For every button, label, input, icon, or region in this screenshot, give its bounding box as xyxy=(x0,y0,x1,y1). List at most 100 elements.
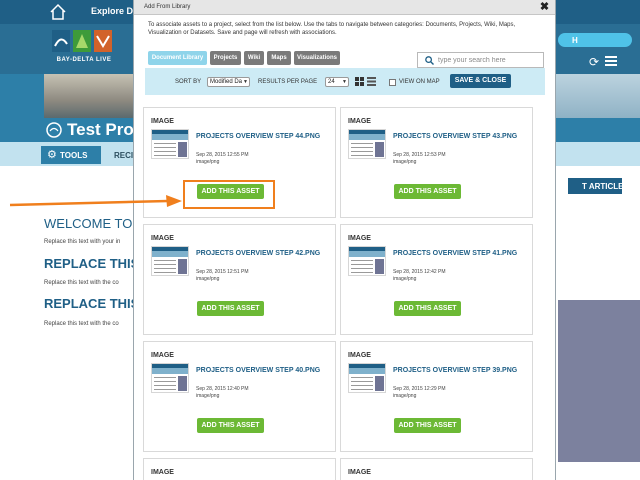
asset-type: IMAGE xyxy=(151,469,174,476)
grid-view-icon[interactable] xyxy=(355,77,364,86)
project-title: Test Proj xyxy=(67,120,139,139)
thumbnail-detail xyxy=(375,142,384,157)
logo-text: BAY-DELTA LIVE xyxy=(56,57,112,63)
tab-document-library[interactable]: Document Library xyxy=(148,51,207,65)
modal-titlebar xyxy=(134,0,555,15)
thumbnail-detail xyxy=(351,264,373,265)
add-article-label: T ARTICLE xyxy=(582,182,624,191)
project-icon xyxy=(46,122,62,138)
welcome-heading: WELCOME TO H xyxy=(44,216,146,231)
thumbnail-detail xyxy=(152,368,188,374)
asset-mime-type: image/png xyxy=(196,276,220,282)
thumbnail-detail xyxy=(154,268,176,269)
tab-maps[interactable]: Maps xyxy=(267,51,291,65)
thumbnail-detail xyxy=(178,142,187,157)
thumbnail-detail xyxy=(349,251,385,257)
asset-date: Sep 28, 2015 12:40 PM xyxy=(196,386,249,392)
thumbnail-detail xyxy=(154,260,176,261)
refresh-icon[interactable]: ⟳ xyxy=(589,56,599,68)
asset-mime-type: image/png xyxy=(196,393,220,399)
search-input[interactable] xyxy=(438,53,542,67)
tab-visualizations[interactable]: Visualizations xyxy=(294,51,340,65)
asset-type: IMAGE xyxy=(151,235,174,242)
asset-title[interactable]: PROJECTS OVERVIEW STEP 44.PNG xyxy=(196,133,320,140)
section-text: Replace this text with the co xyxy=(44,321,119,327)
asset-thumbnail[interactable] xyxy=(348,363,386,393)
add-this-asset-button[interactable]: ADD THIS ASSET xyxy=(197,418,264,433)
search-icon xyxy=(425,56,434,65)
site-search-label: H xyxy=(572,36,578,45)
view-on-map-checkbox[interactable] xyxy=(389,79,396,86)
thumbnail-detail xyxy=(154,381,176,382)
thumbnail-detail xyxy=(351,143,373,144)
thumbnail-detail xyxy=(375,376,384,391)
list-icon[interactable] xyxy=(605,56,617,66)
thumbnail-detail xyxy=(351,260,373,261)
asset-mime-type: image/png xyxy=(393,276,417,282)
home-icon[interactable] xyxy=(48,2,68,22)
thumbnail-detail xyxy=(351,268,373,269)
thumbnail-detail xyxy=(351,381,373,382)
thumbnail-detail xyxy=(351,147,373,148)
asset-mime-type: image/png xyxy=(196,159,220,165)
asset-title[interactable]: PROJECTS OVERVIEW STEP 40.PNG xyxy=(196,367,320,374)
modal-title: Add From Library xyxy=(144,4,191,10)
thumbnail-detail xyxy=(349,134,385,140)
list-view-icon[interactable] xyxy=(367,77,376,86)
thumbnail-detail xyxy=(351,377,373,378)
asset-thumbnail[interactable] xyxy=(151,129,189,159)
asset-type: IMAGE xyxy=(348,118,371,125)
chevron-down-icon: ▼ xyxy=(342,79,347,85)
thumbnail-detail xyxy=(351,385,373,386)
side-panel-image xyxy=(558,300,640,462)
asset-date: Sep 28, 2015 12:53 PM xyxy=(393,152,446,158)
chevron-down-icon: ▼ xyxy=(243,79,248,85)
asset-type: IMAGE xyxy=(348,235,371,242)
asset-mime-type: image/png xyxy=(393,159,417,165)
thumbnail-detail xyxy=(152,134,188,140)
thumbnail-detail xyxy=(154,155,176,156)
welcome-text: Replace this text with your in xyxy=(44,239,121,245)
asset-thumbnail[interactable] xyxy=(151,363,189,393)
thumbnail-detail xyxy=(349,368,385,374)
thumbnail-detail xyxy=(178,376,187,391)
asset-mime-type: image/png xyxy=(393,393,417,399)
thumbnail-detail xyxy=(154,264,176,265)
thumbnail-detail xyxy=(351,272,373,273)
save-and-close-button[interactable]: SAVE & CLOSE xyxy=(450,74,511,88)
recent-tab[interactable]: RECI xyxy=(114,151,133,160)
thumbnail-detail xyxy=(154,151,176,152)
banner-photo xyxy=(44,74,134,118)
asset-type: IMAGE xyxy=(151,352,174,359)
results-per-page-label: RESULTS PER PAGE xyxy=(258,79,318,85)
asset-title[interactable]: PROJECTS OVERVIEW STEP 39.PNG xyxy=(393,367,517,374)
asset-thumbnail[interactable] xyxy=(348,129,386,159)
arrow-pointer xyxy=(9,195,182,207)
tab-projects[interactable]: Projects xyxy=(210,51,241,65)
add-this-asset-button[interactable]: ADD THIS ASSET xyxy=(394,418,461,433)
add-this-asset-button[interactable]: ADD THIS ASSET xyxy=(394,301,461,316)
site-search-button[interactable] xyxy=(558,33,632,47)
close-icon[interactable]: ✖ xyxy=(538,1,551,14)
asset-date: Sep 28, 2015 12:55 PM xyxy=(196,152,249,158)
gear-icon: ⚙ xyxy=(47,149,57,161)
asset-title[interactable]: PROJECTS OVERVIEW STEP 43.PNG xyxy=(393,133,517,140)
asset-date: Sep 28, 2015 12:51 PM xyxy=(196,269,249,275)
add-from-library-modal: Add From Library ✖ To associate assets t… xyxy=(133,0,556,480)
asset-thumbnail[interactable] xyxy=(151,246,189,276)
view-on-map-label: VIEW ON MAP xyxy=(399,79,440,85)
asset-title[interactable]: PROJECTS OVERVIEW STEP 41.PNG xyxy=(393,250,517,257)
thumbnail-detail xyxy=(154,147,176,148)
asset-thumbnail[interactable] xyxy=(348,246,386,276)
asset-type: IMAGE xyxy=(348,469,371,476)
thumbnail-detail xyxy=(154,272,176,273)
thumbnail-detail xyxy=(154,385,176,386)
thumbnail-detail xyxy=(152,251,188,257)
sort-by-label: SORT BY xyxy=(175,79,202,85)
asset-type: IMAGE xyxy=(348,352,371,359)
add-this-asset-button[interactable]: ADD THIS ASSET xyxy=(197,301,264,316)
add-this-asset-button[interactable]: ADD THIS ASSET xyxy=(394,184,461,199)
asset-title[interactable]: PROJECTS OVERVIEW STEP 42.PNG xyxy=(196,250,320,257)
tab-wiki[interactable]: Wiki xyxy=(244,51,264,65)
thumbnail-detail xyxy=(351,151,373,152)
